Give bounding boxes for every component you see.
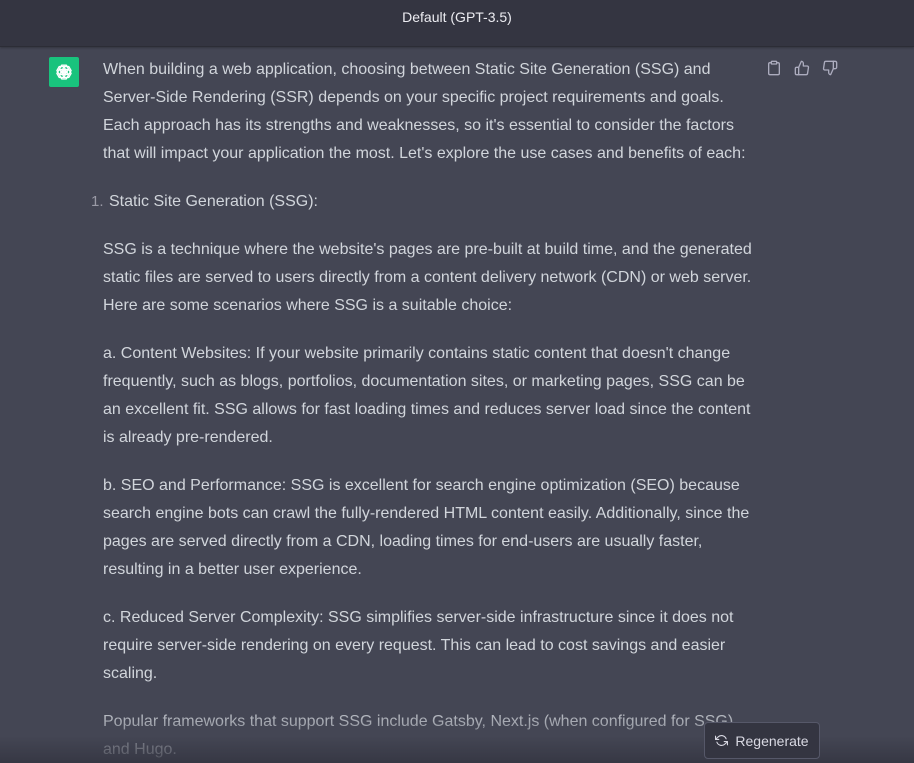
refresh-icon (715, 735, 729, 746)
regenerate-button[interactable]: Regenerate (704, 722, 820, 759)
model-title: Default (GPT-3.5) (402, 9, 512, 25)
openai-logo-icon (56, 64, 72, 80)
chat-page: Default (GPT-3.5) When building a web ap… (0, 0, 914, 763)
thumbs-down-button[interactable] (822, 60, 838, 76)
thumbs-down-icon (822, 60, 838, 76)
top-bar: Default (GPT-3.5) (0, 0, 914, 47)
point-a: a. Content Websites: If your website pri… (103, 345, 751, 446)
list-number: 1. (91, 193, 104, 210)
regenerate-label: Regenerate (735, 732, 809, 749)
list-heading: Static Site Generation (SSG): (109, 193, 318, 210)
ssg-definition: SSG is a technique where the website's p… (103, 241, 752, 314)
thumbs-up-button[interactable] (794, 60, 810, 76)
message-actions (766, 60, 838, 76)
assistant-avatar (49, 57, 79, 87)
assistant-message: When building a web application, choosin… (91, 56, 759, 763)
point-b: b. SEO and Performance: SSG is excellent… (103, 477, 750, 578)
thumbs-up-icon (794, 60, 810, 76)
frameworks-paragraph: Popular frameworks that support SSG incl… (103, 713, 738, 758)
point-c: c. Reduced Server Complexity: SSG simpli… (103, 609, 734, 682)
list-item: 1. Static Site Generation (SSG): (91, 188, 759, 216)
message-intro: When building a web application, choosin… (103, 61, 746, 162)
copy-button[interactable] (766, 60, 782, 76)
clipboard-icon (768, 60, 780, 76)
